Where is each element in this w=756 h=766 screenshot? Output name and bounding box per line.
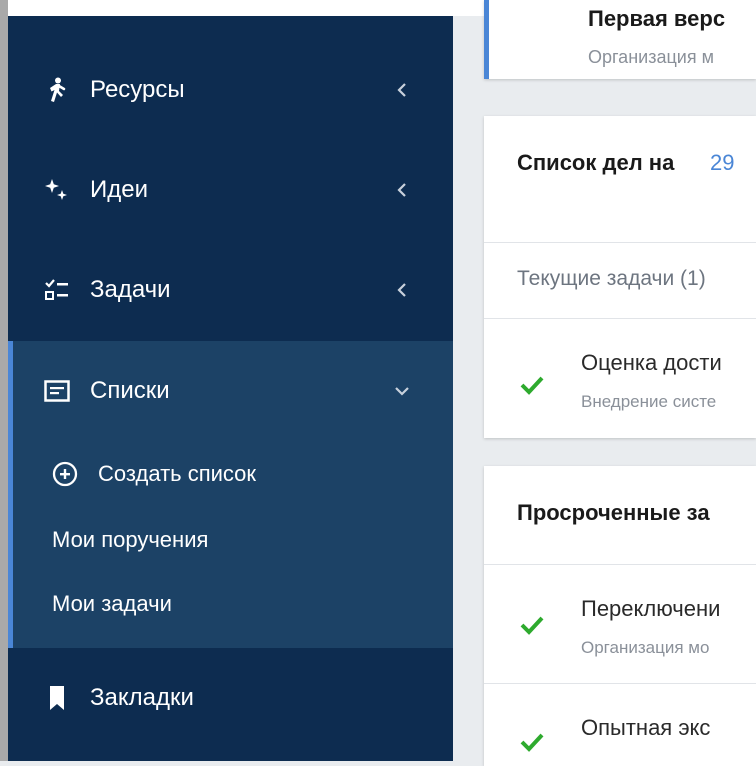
task-subtitle: Внедрение систе: [581, 392, 717, 411]
sidebar-item-lists[interactable]: Списки: [8, 341, 453, 441]
checklist-icon: [44, 277, 70, 303]
task-item[interactable]: Опытная экс: [484, 684, 756, 766]
lists-submenu: Создать список Мои поручения Мои задачи: [8, 441, 453, 648]
chevron-left-icon: [393, 81, 411, 99]
card-accent-bar: [484, 0, 489, 79]
check-icon: [520, 616, 544, 635]
person-walking-icon: [44, 77, 70, 103]
sidebar-item-label: Задачи: [90, 276, 171, 303]
plus-circle-icon: [52, 461, 78, 487]
subitem-label: Мои задачи: [52, 591, 172, 616]
create-list-button[interactable]: Создать список: [52, 461, 256, 487]
overdue-card-title: Просроченные за: [517, 500, 710, 525]
chevron-left-icon: [393, 181, 411, 199]
create-list-label: Создать список: [98, 461, 257, 486]
sparkles-icon: [44, 177, 70, 203]
event-subtitle: Организация м: [588, 47, 714, 67]
task-title: Переключени: [581, 596, 721, 621]
subitem-label: Мои поручения: [52, 527, 209, 552]
bookmark-icon: [44, 685, 70, 711]
event-card[interactable]: Первая верс Организация м: [484, 0, 756, 79]
chevron-left-icon: [393, 281, 411, 299]
list-box-icon: [44, 378, 70, 404]
task-item[interactable]: Переключени Организация мо: [484, 565, 756, 683]
task-subtitle: Организация мо: [581, 638, 710, 657]
divider: [484, 242, 756, 243]
sidebar-subitem-my-tasks[interactable]: Мои задачи: [52, 591, 172, 617]
sidebar-item-label: Ресурсы: [90, 76, 185, 103]
task-title: Оценка дости: [581, 350, 722, 375]
task-title: Опытная экс: [581, 715, 711, 740]
sidebar: Ресурсы Идеи Задачи Списки Создать списо…: [8, 16, 453, 761]
active-indicator: [8, 441, 13, 648]
active-indicator: [8, 341, 13, 441]
current-tasks-header[interactable]: Текущие задачи (1): [517, 267, 706, 291]
window-left-edge: [0, 0, 8, 761]
todo-card-title: Список дел на: [517, 150, 675, 175]
sidebar-item-label: Идеи: [90, 176, 149, 203]
overdue-tasks-card: Просроченные за Переключени Организация …: [484, 466, 756, 766]
todo-list-card: Список дел на 29 Текущие задачи (1) Оцен…: [484, 116, 756, 438]
sidebar-item-label: Закладки: [90, 684, 194, 711]
todo-date-link[interactable]: 29: [710, 150, 734, 176]
sidebar-item-label: Списки: [90, 377, 170, 404]
sidebar-subitem-my-assignments[interactable]: Мои поручения: [52, 527, 208, 553]
event-title: Первая верс: [588, 6, 726, 31]
task-item[interactable]: Оценка дости Внедрение систе: [484, 319, 756, 437]
check-icon: [520, 733, 544, 752]
chevron-down-icon: [393, 382, 411, 400]
sidebar-item-bookmarks[interactable]: Закладки: [8, 648, 453, 748]
sidebar-item-ideas[interactable]: Идеи: [8, 140, 453, 240]
sidebar-item-tasks[interactable]: Задачи: [8, 240, 453, 340]
check-icon: [520, 376, 544, 395]
sidebar-item-resources[interactable]: Ресурсы: [8, 40, 453, 140]
